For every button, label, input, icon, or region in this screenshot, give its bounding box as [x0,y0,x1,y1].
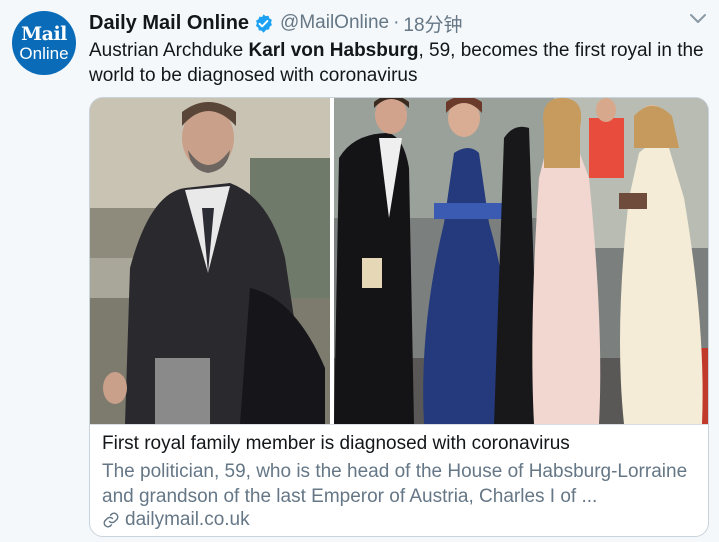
avatar[interactable]: Mail Online [12,11,76,75]
card-domain[interactable]: dailymail.co.uk [102,509,250,531]
account-handle[interactable]: @MailOnline [280,12,389,34]
link-card[interactable]: First royal family member is diagnosed w… [89,97,709,537]
card-image-left[interactable] [90,98,330,424]
tweet-header: Daily Mail Online @MailOnline · 18分钟 [89,9,463,37]
family-photo [334,98,708,424]
chevron-down-icon[interactable] [688,12,708,26]
card-title[interactable]: First royal family member is diagnosed w… [102,433,570,455]
separator-dot: · [393,12,400,33]
tweet-timestamp[interactable]: 18分钟 [403,10,462,37]
avatar-logo-line2: Online [19,43,69,63]
avatar-logo-line1: Mail [21,22,67,45]
card-image-right[interactable] [334,98,708,424]
tweet-text-bold: Karl von Habsburg [248,40,419,61]
link-icon [103,512,119,528]
tweet-text-start: Austrian Archduke [89,40,249,61]
tweet-text: Austrian Archduke Karl von Habsburg, 59,… [89,38,709,88]
verified-badge-icon [256,13,272,33]
card-domain-text: dailymail.co.uk [125,509,250,530]
man-photo [90,98,330,424]
card-body[interactable]: First royal family member is diagnosed w… [90,424,708,536]
account-name[interactable]: Daily Mail Online [89,12,249,35]
tweet[interactable]: Mail Online Daily Mail Online @MailOnlin… [0,0,719,542]
card-description: The politician, 59, who is the head of t… [102,461,688,507]
